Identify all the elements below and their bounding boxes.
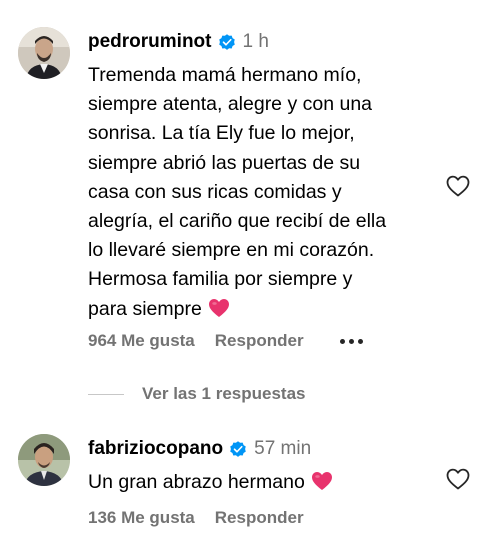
comment-header: fabriziocopano 57 min [88,436,448,462]
comment-text-line: siempre abrió las puertas de su [88,151,361,174]
comment-header: pedroruminot 1 h [88,29,448,55]
comment-text-line: alegría, el cariño que recibí de ella [88,210,387,233]
like-count[interactable]: 136 Me gusta [88,508,195,528]
comment-actions: 964 Me gusta Responder [88,331,363,351]
verified-badge-icon [217,32,237,52]
comment-body: fabriziocopano 57 min Un gran abrazo her… [88,436,448,497]
comment-text-line: casa con sus ricas comidas y [88,180,342,203]
comment-body: pedroruminot 1 h Tremenda mamá hermano m… [88,29,448,324]
view-replies-button[interactable]: Ver las 1 respuestas [88,384,306,404]
comment-text-line-last: Un gran abrazo hermano [88,468,448,497]
comment-text-line-last: para siempre [88,295,448,324]
comment-text-line: Tremenda mamá hermano mío, [88,64,362,86]
reply-button[interactable]: Responder [215,508,304,528]
comment-text-line: siempre atenta, alegre y con una [88,93,373,116]
comment-text: Tremenda mamá hermano mío, siempre atent… [88,61,448,324]
heart-emoji-icon [208,298,230,318]
comment-text-line: sonrisa. La tía Ely fue lo mejor, [88,122,355,145]
heart-emoji-icon [311,471,333,491]
comment-actions: 136 Me gusta Responder [88,508,304,528]
view-replies-label: Ver las 1 respuestas [142,384,306,403]
timestamp: 1 h [242,31,269,52]
like-heart-icon[interactable] [446,468,470,490]
avatar[interactable] [18,434,70,486]
more-options-icon[interactable] [339,338,363,344]
divider [88,393,124,395]
verified-badge-icon [228,439,248,459]
like-heart-icon[interactable] [446,175,470,197]
username[interactable]: pedroruminot [88,31,212,53]
reply-button[interactable]: Responder [215,331,304,351]
comment-text-line: lo llevaré siempre en mi corazón. [88,239,375,262]
username[interactable]: fabriziocopano [88,438,223,460]
avatar[interactable] [18,27,70,79]
comment-text-fragment: Un gran abrazo hermano [88,471,305,493]
comment-text: Un gran abrazo hermano [88,468,448,497]
comment-text-line: Hermosa familia por siempre y [88,268,353,291]
like-count[interactable]: 964 Me gusta [88,331,195,351]
comment-text-fragment: para siempre [88,297,202,320]
timestamp: 57 min [254,438,312,459]
